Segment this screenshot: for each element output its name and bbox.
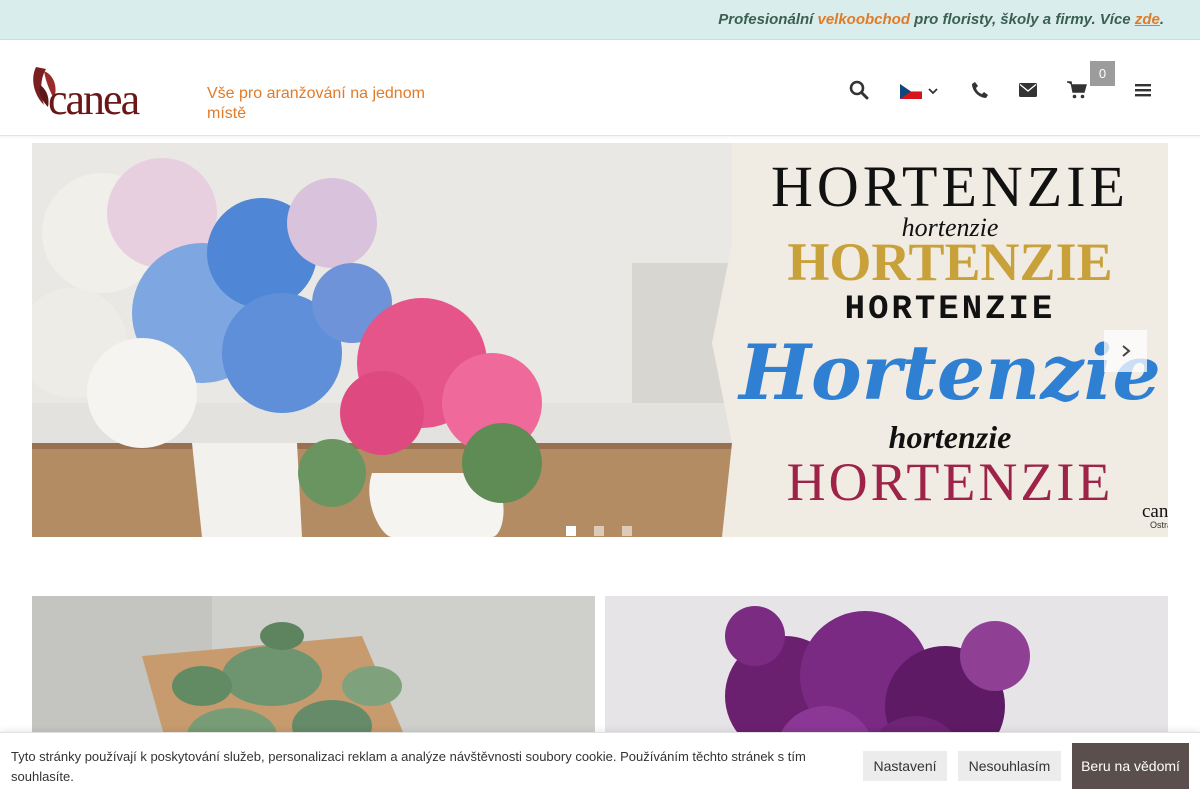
- menu-icon[interactable]: [1132, 79, 1154, 101]
- cart-count-badge: 0: [1090, 61, 1115, 86]
- announcement-part3: .: [1159, 11, 1164, 28]
- site-tagline: Vše pro aranžování na jednom místě: [207, 85, 425, 122]
- mail-icon[interactable]: [1017, 79, 1039, 101]
- chevron-right-icon: [1121, 345, 1131, 357]
- slider-next-button[interactable]: [1104, 330, 1147, 372]
- flag-cz-icon: [900, 83, 922, 99]
- search-icon[interactable]: [848, 79, 870, 101]
- cart-icon[interactable]: [1066, 79, 1088, 101]
- announcement-part2: pro floristy, školy a firmy. Více: [910, 11, 1135, 28]
- slider-dots: [566, 526, 632, 536]
- hero-line-4: HORTENZIE: [844, 291, 1056, 329]
- slider-dot-2[interactable]: [594, 526, 604, 536]
- slider-dot-1[interactable]: [566, 526, 576, 536]
- logo-wordmark: canea: [48, 75, 140, 117]
- site-header: canea Vše pro aranžování na jednom místě…: [0, 41, 1200, 136]
- hero-slider[interactable]: HORTENZIE hortenzie HORTENZIE HORTENZIE …: [32, 143, 1168, 537]
- announcement-part1: Profesionální: [718, 11, 818, 28]
- announcement-link[interactable]: zde: [1135, 11, 1160, 28]
- hero-line-3: HORTENZIE: [787, 232, 1113, 292]
- cookie-accept-button[interactable]: Beru na vědomí: [1072, 743, 1189, 789]
- cookie-message: Tyto stránky používají k poskytování slu…: [11, 749, 806, 784]
- language-selector[interactable]: [900, 80, 942, 102]
- announcement-text: Profesionální velkoobchod pro floristy, …: [718, 11, 1164, 28]
- top-announcement-bar: Profesionální velkoobchod pro floristy, …: [0, 0, 1200, 40]
- chevron-down-icon: [928, 88, 938, 95]
- hero-slide-text: HORTENZIE hortenzie HORTENZIE HORTENZIE …: [732, 143, 1168, 537]
- hero-line-1: HORTENZIE: [771, 154, 1129, 219]
- slider-dot-3[interactable]: [622, 526, 632, 536]
- announcement-highlight: velkoobchod: [817, 11, 910, 28]
- cookie-decline-button[interactable]: Nesouhlasím: [958, 751, 1061, 781]
- hero-brand-sub: Ostrava: [1150, 520, 1168, 530]
- hero-line-5: Hortenzie: [739, 328, 1161, 417]
- phone-icon[interactable]: [969, 79, 991, 101]
- canea-logo[interactable]: canea: [32, 65, 154, 124]
- cookie-settings-button[interactable]: Nastavení: [863, 751, 947, 781]
- hero-line-7: HORTENZIE: [786, 452, 1114, 512]
